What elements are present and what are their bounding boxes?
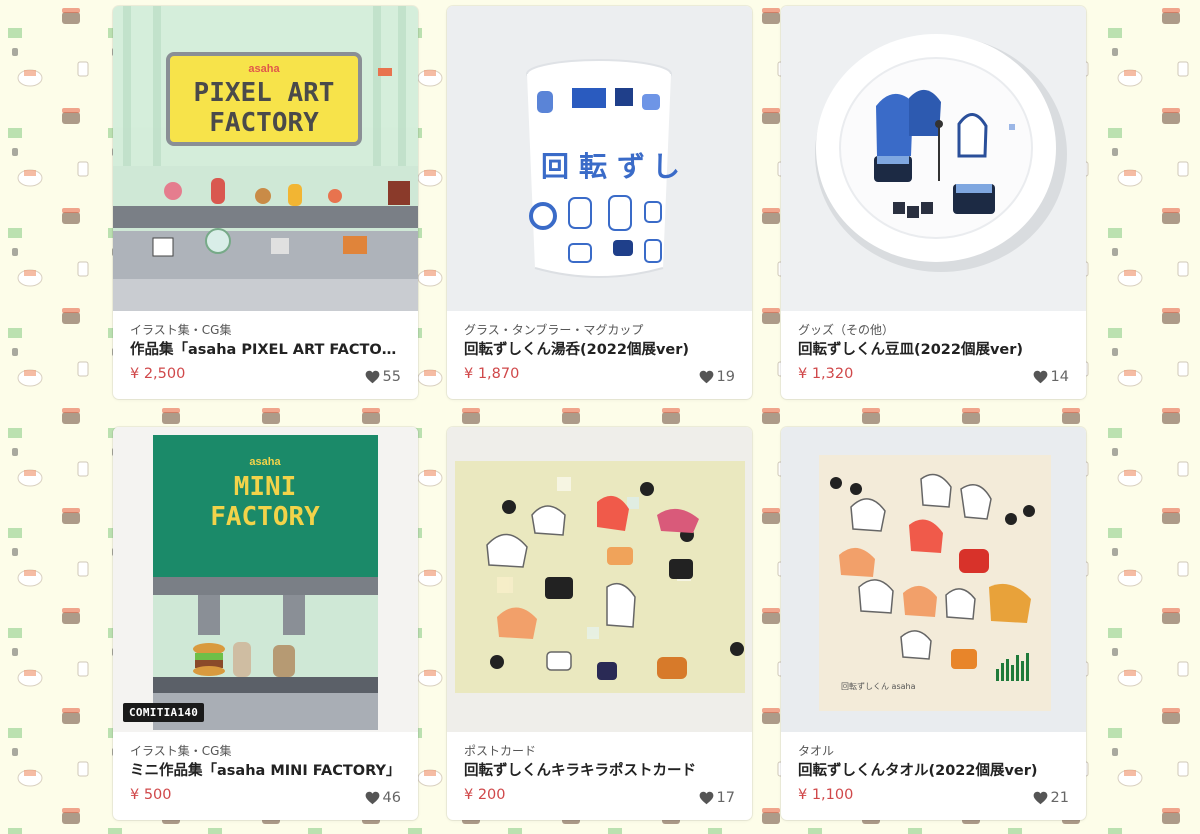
svg-text:転: 転 [579,150,607,183]
like-button[interactable]: 55 [365,368,401,386]
svg-text:回: 回 [541,150,569,183]
event-badge: COMITIA140 [123,703,205,722]
heart-icon [699,791,714,805]
heart-icon [1033,370,1048,384]
like-button[interactable]: 17 [699,789,735,807]
product-title[interactable]: 回転ずしくんタオル(2022個展ver) [798,761,1070,781]
like-count: 55 [382,369,401,385]
svg-text:asaha: asaha [249,456,281,468]
svg-text:FACTORY: FACTORY [209,108,319,138]
product-price: ¥ 2,500 [130,366,186,382]
product-card[interactable]: 回 転 ず し グラス・タンブラー・マグカップ 回転ずしくん湯呑(2022個展v… [447,6,752,399]
product-title[interactable]: 回転ずしくんキラキラポストカード [464,761,736,781]
product-card[interactable]: 回転ずしくん asaha タオル 回転ずしくんタオル(2022個展ver) ¥ … [781,427,1086,820]
product-thumbnail[interactable]: 回転ずしくん asaha [781,427,1086,732]
product-category: タオル [798,744,835,758]
product-price: ¥ 1,320 [798,366,854,382]
heart-icon [365,791,380,805]
like-button[interactable]: 21 [1033,789,1069,807]
svg-text:asaha: asaha [248,63,280,75]
svg-text:PIXEL ART: PIXEL ART [194,78,335,108]
svg-text:し: し [652,150,680,183]
product-thumbnail[interactable] [447,427,752,732]
product-category: イラスト集・CG集 [130,323,232,337]
product-category: イラスト集・CG集 [130,744,232,758]
product-title[interactable]: 回転ずしくん湯呑(2022個展ver) [464,340,736,360]
heart-icon [1033,791,1048,805]
product-card[interactable]: asaha PIXEL ART FACTORY イラスト集・CG集 作品集「as… [113,6,418,399]
like-count: 21 [1050,790,1069,806]
product-title[interactable]: ミニ作品集「asaha MINI FACTORY」 [130,761,402,781]
like-button[interactable]: 14 [1033,368,1069,386]
svg-text:ず: ず [617,150,645,183]
product-category: グラス・タンブラー・マグカップ [464,323,644,337]
svg-text:回転ずしくん asaha: 回転ずしくん asaha [841,681,916,691]
product-thumbnail[interactable] [781,6,1086,311]
like-count: 17 [716,790,735,806]
product-price: ¥ 1,100 [798,787,854,803]
product-price: ¥ 200 [464,787,506,803]
like-count: 19 [716,369,735,385]
product-thumbnail[interactable]: asaha PIXEL ART FACTORY [113,6,418,311]
product-thumbnail[interactable]: asaha MINI FACTORY COMITIA140 [113,427,418,732]
like-count: 14 [1050,369,1069,385]
like-button[interactable]: 46 [365,789,401,807]
svg-text:MINI: MINI [234,472,297,502]
svg-text:FACTORY: FACTORY [210,502,320,532]
like-button[interactable]: 19 [699,368,735,386]
product-card[interactable]: ポストカード 回転ずしくんキラキラポストカード ¥ 200 17 [447,427,752,820]
product-grid: asaha PIXEL ART FACTORY イラスト集・CG集 作品集「as… [113,6,1087,820]
product-price: ¥ 500 [130,787,172,803]
like-count: 46 [382,790,401,806]
product-category: ポストカード [464,744,537,758]
heart-icon [365,370,380,384]
heart-icon [699,370,714,384]
product-title[interactable]: 回転ずしくん豆皿(2022個展ver) [798,340,1070,360]
product-card[interactable]: asaha MINI FACTORY COMITIA140 イラスト集・CG集 … [113,427,418,820]
product-card[interactable]: グッズ（その他） 回転ずしくん豆皿(2022個展ver) ¥ 1,320 14 [781,6,1086,399]
product-category: グッズ（その他） [798,323,895,337]
product-price: ¥ 1,870 [464,366,520,382]
product-title[interactable]: 作品集「asaha PIXEL ART FACTORY」 [130,340,402,360]
product-thumbnail[interactable]: 回 転 ず し [447,6,752,311]
